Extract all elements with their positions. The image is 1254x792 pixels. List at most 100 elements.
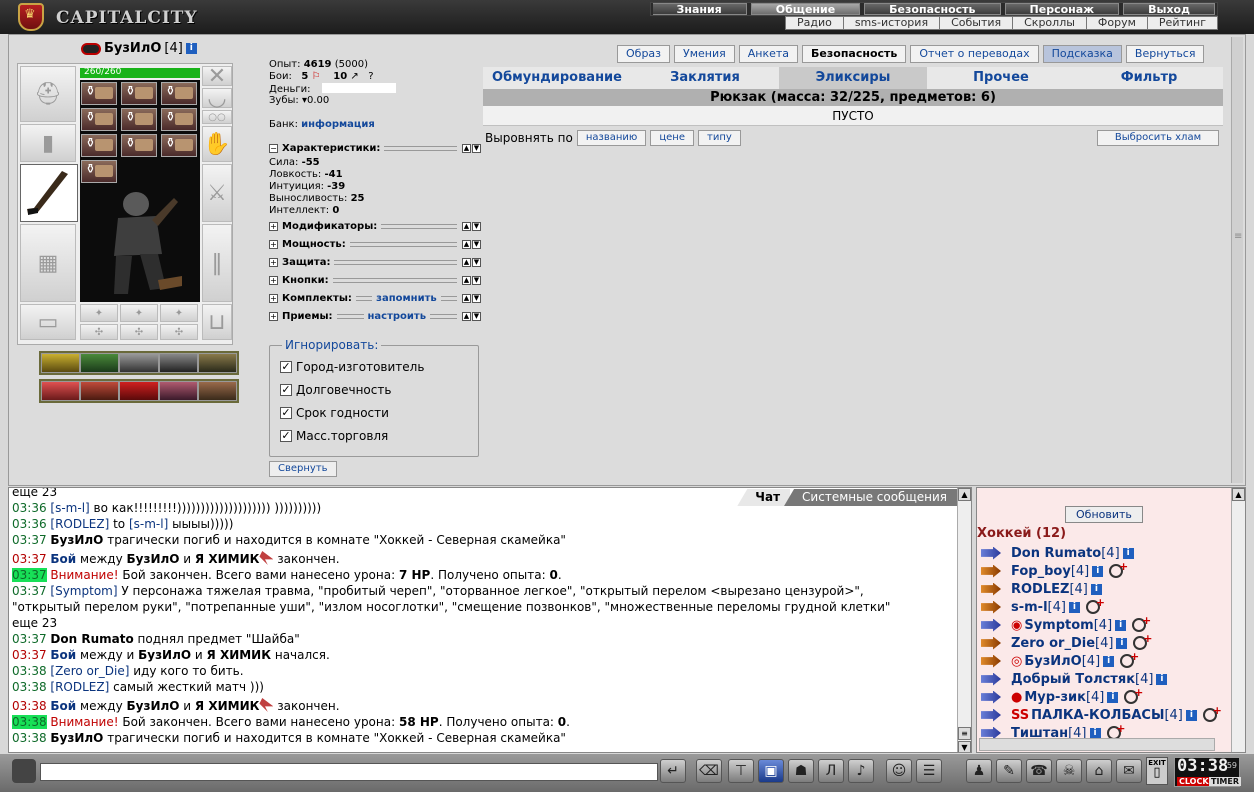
user-name[interactable]: Symptom	[1024, 618, 1093, 633]
chat-nick[interactable]: БузИлО	[127, 552, 180, 566]
elixir-slot[interactable]	[81, 160, 117, 183]
arrow-up-icon[interactable]: ▲	[462, 221, 471, 231]
lock-icon[interactable]: ⌂	[1086, 759, 1112, 783]
online-hscrollbar[interactable]	[979, 738, 1215, 751]
boots-slot[interactable]: ⊔	[202, 304, 232, 340]
ignore-checkbox[interactable]: ✓ Срок годности	[280, 406, 389, 420]
info-icon[interactable]: i	[1090, 583, 1102, 595]
main-menu-item[interactable]: Знания	[652, 3, 747, 16]
sort-button[interactable]: цене	[650, 130, 694, 146]
quests-icon[interactable]: ✎	[996, 759, 1022, 783]
elixir-slot[interactable]	[81, 82, 117, 105]
elixir-slot[interactable]	[161, 82, 197, 105]
private-message-icon[interactable]	[981, 654, 1001, 668]
sub-menu-item[interactable]: Радио	[786, 17, 843, 29]
sub-menu-item[interactable]: Форум	[1085, 17, 1147, 29]
online-user[interactable]: Don Rumato [4] i	[981, 544, 1233, 562]
speaker-icon[interactable]	[12, 759, 36, 783]
nav-button[interactable]: Умения	[674, 45, 735, 63]
elixir-slot[interactable]	[81, 134, 117, 157]
clock-label[interactable]: CLOCK	[1177, 777, 1211, 786]
elixir-slot[interactable]	[121, 108, 157, 131]
stat-section[interactable]: + Комплекты: запомнить ▲ ▼	[269, 289, 481, 307]
stat-section[interactable]: + Приемы: настроить ▲ ▼	[269, 307, 481, 325]
smiley-icon[interactable]: ☺	[886, 759, 912, 783]
sound-icon[interactable]: ♪	[848, 759, 874, 783]
inventory-tab[interactable]: Заклятия	[631, 67, 779, 89]
walk-icon[interactable]: ☗	[788, 759, 814, 783]
stat-section[interactable]: + Модификаторы: ▲ ▼	[269, 217, 481, 235]
eraser-icon[interactable]: ⌫	[696, 759, 722, 783]
rune-slot[interactable]: ✣	[160, 324, 198, 340]
info-icon[interactable]: i	[1089, 727, 1101, 739]
private-message-icon[interactable]	[981, 618, 1001, 632]
chat-nick[interactable]: Бой	[50, 552, 76, 566]
quick-slot[interactable]	[158, 353, 198, 373]
chat-nick[interactable]: Бой	[50, 699, 76, 713]
add-friend-icon[interactable]	[1109, 560, 1128, 578]
main-menu-item[interactable]: Выход	[1123, 3, 1215, 16]
mail-icon[interactable]: ✉	[1116, 759, 1142, 783]
online-user[interactable]: RODLEZ [4] i	[981, 580, 1233, 598]
user-name[interactable]: Fop_boy	[1011, 564, 1071, 579]
scroll-up-icon[interactable]: ▲	[1232, 488, 1245, 501]
arrow-up-icon[interactable]: ▲	[462, 239, 471, 249]
nav-button[interactable]: Отчет о переводах	[910, 45, 1039, 63]
phone-icon[interactable]: ☎	[1026, 759, 1052, 783]
quick-slot[interactable]	[80, 353, 120, 373]
elixir-slot[interactable]	[81, 108, 117, 131]
user-name[interactable]: s-m-l	[1011, 600, 1048, 615]
add-friend-icon[interactable]	[1202, 704, 1222, 722]
rune-slot[interactable]: ✦	[160, 304, 198, 322]
chat-nick[interactable]: [s-m-l]	[129, 517, 168, 531]
add-friend-icon[interactable]	[1133, 632, 1152, 650]
rune-slot[interactable]: ✣	[120, 324, 158, 340]
chat-input[interactable]	[40, 763, 658, 781]
info-icon[interactable]: i	[1103, 655, 1115, 667]
quick-slot[interactable]	[80, 381, 120, 401]
quick-slot[interactable]	[197, 381, 238, 401]
info-icon[interactable]: i	[1107, 691, 1119, 703]
earrings-slot[interactable]: ✕	[202, 64, 232, 89]
stat-section[interactable]: + Мощность: ▲ ▼	[269, 235, 481, 253]
private-message-icon[interactable]	[981, 564, 1001, 578]
chat-nick[interactable]: Я ХИМИК	[195, 552, 260, 566]
characteristics-section[interactable]: − Характеристики: ▲ ▼	[269, 139, 481, 157]
nav-button[interactable]: Вернуться	[1125, 45, 1205, 63]
bank-info-link[interactable]: информация	[301, 119, 375, 130]
arrow-up-icon[interactable]: ▲	[462, 275, 471, 285]
info-icon[interactable]: i	[1185, 709, 1197, 721]
chat-nick[interactable]: БузИлО	[50, 533, 103, 547]
quick-slot[interactable]	[119, 353, 159, 373]
rings-slot[interactable]: ○○	[202, 110, 232, 124]
send-icon[interactable]: ↵	[660, 759, 686, 783]
info-icon[interactable]: i	[1122, 547, 1134, 559]
info-icon[interactable]: i	[1115, 619, 1127, 631]
sort-button[interactable]: типу	[698, 130, 741, 146]
main-menu-item[interactable]: Персонаж	[1004, 3, 1120, 16]
ignore-checkbox[interactable]: ✓ Масс.торговля	[280, 429, 388, 443]
armor-slot[interactable]: ▦	[20, 224, 76, 302]
private-message-icon[interactable]	[981, 546, 1001, 560]
user-name[interactable]: Don Rumato	[1011, 546, 1101, 561]
chat-nick[interactable]: Я ХИМИК	[207, 648, 272, 662]
online-user[interactable]: ● Мур-зик [4] i	[981, 686, 1233, 706]
online-user[interactable]: s-m-l [4] i	[981, 596, 1233, 616]
expand-icon[interactable]: +	[269, 239, 278, 249]
quick-slot[interactable]	[41, 381, 81, 401]
online-user[interactable]: Zero or_Die [4] i	[981, 632, 1233, 652]
user-name[interactable]: RODLEZ	[1011, 582, 1069, 597]
chat-nick[interactable]: БузИлО	[50, 731, 103, 745]
save-icon[interactable]: ▣	[758, 759, 784, 783]
rune-slot[interactable]: ✦	[120, 304, 158, 322]
chat-nick[interactable]: [RODLEZ]	[50, 680, 109, 694]
gloves-slot[interactable]: ✋	[202, 126, 232, 162]
helmet-slot[interactable]: ⛑	[20, 66, 76, 122]
private-message-icon[interactable]	[981, 690, 1001, 704]
collapse-icon[interactable]: −	[269, 143, 278, 153]
private-message-icon[interactable]	[981, 600, 1001, 614]
private-message-icon[interactable]	[981, 708, 1001, 722]
elixir-slot[interactable]	[121, 134, 157, 157]
filter-icon[interactable]: ⊤	[728, 759, 754, 783]
private-message-icon[interactable]	[981, 582, 1001, 596]
